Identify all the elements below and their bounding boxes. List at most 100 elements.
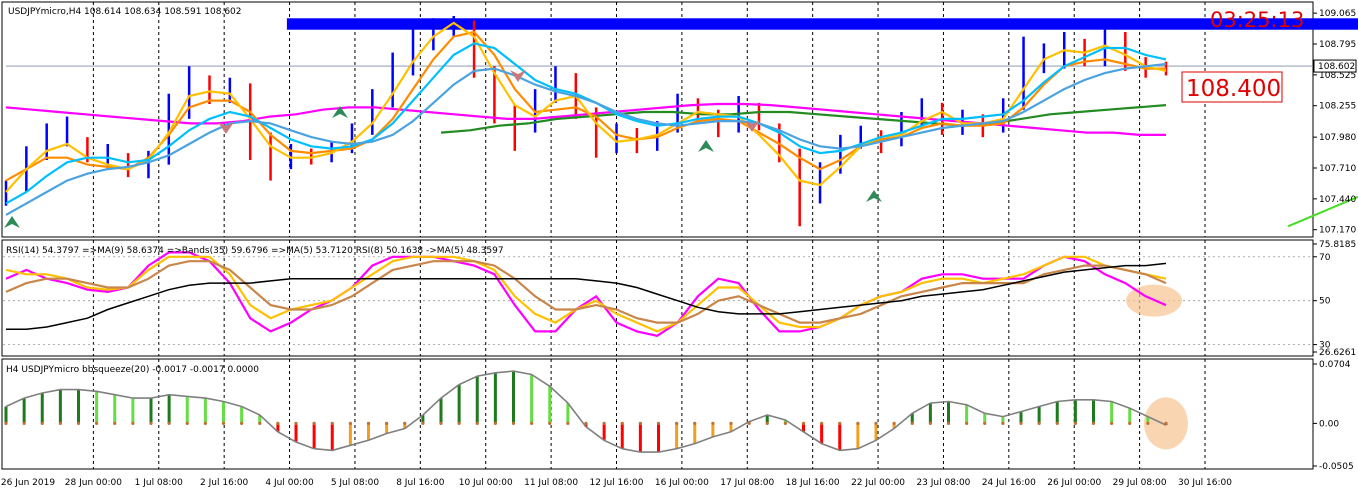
bbsqueeze-panel-title: H4 USDJPYmicro bbsqueeze(20) -0.0017 -0.… xyxy=(6,365,259,375)
time-label: 2 Jul 16:00 xyxy=(200,478,249,488)
time-label: 10 Jul 00:00 xyxy=(459,478,513,488)
squeeze-dot xyxy=(1164,421,1168,425)
squeeze-dot xyxy=(965,421,969,425)
squeeze-dot xyxy=(113,421,117,425)
squeeze-dot xyxy=(566,421,570,425)
rsi-tick-label: 50 xyxy=(1319,297,1331,307)
squeeze-dot xyxy=(711,421,715,425)
squeeze-dot xyxy=(638,421,642,425)
rsi-tick-label: 75.8185 xyxy=(1319,240,1356,250)
current-price-label: 108.602 xyxy=(1318,62,1355,72)
squeeze-dot xyxy=(185,421,189,425)
squeeze-dot xyxy=(1073,421,1077,425)
time-label: 11 Jul 08:00 xyxy=(524,478,578,488)
time-label: 4 Jul 00:00 xyxy=(265,478,314,488)
squeeze-dot xyxy=(530,421,534,425)
rsi-tick-label: 70 xyxy=(1319,253,1331,263)
time-label: 29 Jul 08:00 xyxy=(1113,478,1167,488)
squeeze-dot xyxy=(149,421,153,425)
squeeze-dot xyxy=(167,421,171,425)
squeeze-dot xyxy=(40,421,44,425)
squeeze-dot xyxy=(1001,421,1005,425)
bbsqueeze-tick-label: 0.0704 xyxy=(1319,360,1351,370)
squeeze-dot xyxy=(783,421,787,425)
squeeze-dot xyxy=(511,421,516,425)
rsi-panel-title: RSI(14) 54.3797 =>MA(9) 58.6374 =>Bands(… xyxy=(6,246,504,256)
time-label: 17 Jul 08:00 xyxy=(720,478,774,488)
squeeze-dot xyxy=(76,421,81,425)
squeeze-dot xyxy=(946,421,951,425)
squeeze-dot xyxy=(747,421,751,425)
bbsqueeze-tick-label: -0.0505 xyxy=(1319,462,1354,472)
price-tick-label: 107.980 xyxy=(1319,133,1356,143)
countdown-timer: 03:25:13 xyxy=(1210,8,1304,32)
squeeze-dot xyxy=(294,421,298,425)
squeeze-dot xyxy=(457,421,461,425)
rsi-tick-label: 26.6261 xyxy=(1319,348,1356,358)
squeeze-dot xyxy=(95,421,99,425)
time-label: 5 Jul 08:00 xyxy=(331,478,380,488)
squeeze-dot xyxy=(348,421,352,425)
price-tick-label: 107.710 xyxy=(1319,164,1356,174)
squeeze-dot xyxy=(203,421,207,425)
trading-chart[interactable]: 26 Jun 2019 28 Jun 00:00 1 Jul 08:00 2 Jul … xyxy=(0,0,1358,493)
time-label: 1 Jul 08:00 xyxy=(135,478,184,488)
time-label: 8 Jul 16:00 xyxy=(396,478,445,488)
time-label: 12 Jul 16:00 xyxy=(590,478,644,488)
squeeze-dot xyxy=(584,421,588,425)
price-tick-label: 109.065 xyxy=(1319,9,1356,19)
price-tick-label: 108.255 xyxy=(1319,102,1356,112)
squeeze-dot xyxy=(765,421,769,425)
time-label: 26 Jun 2019 xyxy=(1,478,55,488)
squeeze-dot xyxy=(421,421,425,425)
squeeze-dot xyxy=(910,421,914,425)
squeeze-dot xyxy=(1055,421,1059,425)
squeeze-dot xyxy=(801,421,806,425)
price-panel-frame xyxy=(1,1,1314,238)
time-label: 24 Jul 16:00 xyxy=(982,478,1036,488)
squeeze-dot xyxy=(240,421,244,425)
squeeze-dot xyxy=(131,421,135,425)
time-label: 22 Jul 00:00 xyxy=(851,478,905,488)
squeeze-dot xyxy=(366,421,371,425)
time-label: 18 Jul 16:00 xyxy=(786,478,840,488)
squeeze-dot xyxy=(22,421,26,425)
squeeze-dot xyxy=(693,421,697,425)
squeeze-dot xyxy=(1091,421,1096,425)
squeeze-dot xyxy=(874,421,878,425)
squeeze-dot xyxy=(838,421,842,425)
squeeze-dot xyxy=(548,421,552,425)
squeeze-dot xyxy=(1019,421,1023,425)
squeeze-dot xyxy=(675,421,679,425)
squeeze-dot xyxy=(1110,421,1114,425)
squeeze-dot xyxy=(602,421,606,425)
squeeze-dot xyxy=(58,421,62,425)
squeeze-dot xyxy=(983,421,987,425)
time-label: 30 Jul 16:00 xyxy=(1178,478,1232,488)
squeeze-dot xyxy=(1037,421,1041,425)
squeeze-dot xyxy=(856,421,860,425)
price-panel-title: USDJPYmicro,H4 108.614 108.634 108.591 1… xyxy=(8,7,242,17)
squeeze-dot xyxy=(892,421,896,425)
price-tick-label: 107.170 xyxy=(1319,226,1356,236)
time-label: 26 Jul 00:00 xyxy=(1047,478,1101,488)
bbsqueeze-tick-label: 0.00 xyxy=(1319,419,1339,429)
squeeze-dot xyxy=(928,421,932,425)
squeeze-dot xyxy=(276,421,280,425)
price-tick-label: 108.795 xyxy=(1319,40,1356,50)
squeeze-dot xyxy=(820,421,824,425)
time-label: 16 Jul 00:00 xyxy=(655,478,709,488)
squeeze-dot xyxy=(439,421,443,425)
squeeze-dot xyxy=(403,421,407,425)
squeeze-dot xyxy=(4,421,8,425)
price-tick-label: 107.440 xyxy=(1319,195,1356,205)
price-level-label: 108.400 xyxy=(1186,76,1281,102)
squeeze-dot xyxy=(1146,421,1150,425)
time-label: 23 Jul 08:00 xyxy=(916,478,970,488)
squeeze-dot xyxy=(475,421,479,425)
squeeze-dot xyxy=(729,421,733,425)
squeeze-dot xyxy=(493,421,497,425)
squeeze-dot xyxy=(1128,421,1132,425)
squeeze-dot xyxy=(385,421,389,425)
squeeze-dot xyxy=(656,421,661,425)
